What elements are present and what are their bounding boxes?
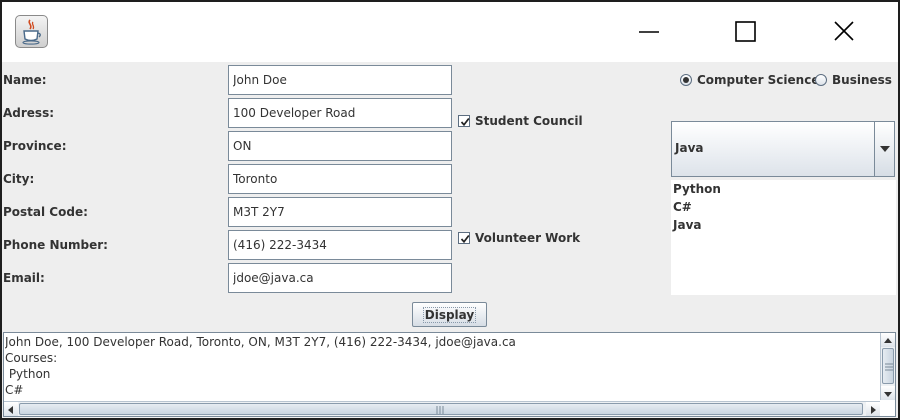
content-panel: Name: Adress: Province: City: Postal Cod… [2, 62, 898, 418]
business-radio[interactable]: Business [815, 72, 892, 88]
name-label: Name: [3, 73, 47, 87]
list-item[interactable]: Python [671, 180, 896, 198]
email-label: Email: [3, 271, 45, 285]
vertical-scroll-thumb[interactable] [882, 348, 894, 384]
list-item[interactable]: Java [671, 216, 896, 234]
combo-dropdown-button[interactable] [874, 122, 894, 176]
address-label: Adress: [3, 106, 55, 120]
address-input[interactable] [228, 98, 452, 128]
radio-unselected-icon [815, 74, 827, 86]
grip-icon [436, 406, 444, 414]
name-input[interactable] [228, 65, 452, 95]
city-label: City: [3, 172, 35, 186]
title-bar[interactable] [2, 2, 898, 62]
display-button[interactable]: Display [412, 302, 487, 327]
chevron-down-icon [880, 146, 890, 152]
volunteer-work-label: Volunteer Work [475, 231, 581, 245]
close-icon [834, 21, 854, 41]
display-button-label: Display [422, 306, 477, 323]
minimize-button[interactable] [628, 12, 672, 52]
postal-code-input[interactable] [228, 197, 452, 227]
horizontal-scroll-thumb[interactable] [19, 403, 863, 415]
scroll-down-button[interactable] [881, 386, 895, 400]
postal-code-label: Postal Code: [3, 205, 88, 219]
checkbox-checked-icon [458, 232, 470, 244]
arrow-up-icon [884, 338, 892, 343]
app-window: Name: Adress: Province: City: Postal Cod… [0, 0, 900, 420]
maximize-button[interactable] [722, 12, 766, 52]
list-item[interactable]: C# [671, 198, 896, 216]
province-input[interactable] [228, 131, 452, 161]
arrow-left-icon [8, 406, 13, 414]
arrow-right-icon [871, 406, 876, 414]
phone-number-input[interactable] [228, 230, 452, 260]
scroll-right-button[interactable] [866, 402, 880, 416]
output-scroll-pane[interactable]: John Doe, 100 Developer Road, Toronto, O… [3, 332, 896, 417]
course-combo-value: Java [675, 141, 704, 155]
output-text-area[interactable]: John Doe, 100 Developer Road, Toronto, O… [5, 334, 879, 398]
close-button[interactable] [822, 12, 866, 52]
business-label: Business [832, 73, 892, 87]
email-input[interactable] [228, 263, 452, 293]
minimize-icon [639, 31, 659, 33]
maximize-icon [735, 21, 756, 42]
scroll-up-button[interactable] [881, 333, 895, 347]
volunteer-work-checkbox[interactable]: Volunteer Work [458, 230, 580, 246]
province-label: Province: [3, 139, 67, 153]
computer-science-label: Computer Science [697, 73, 820, 87]
java-coffee-cup-icon[interactable] [15, 15, 48, 48]
radio-selected-icon [680, 74, 692, 86]
vertical-scrollbar[interactable] [880, 333, 895, 400]
phone-number-label: Phone Number: [3, 238, 108, 252]
checkbox-checked-icon [458, 115, 470, 127]
grip-icon [885, 363, 893, 371]
computer-science-radio[interactable]: Computer Science [680, 72, 819, 88]
horizontal-scrollbar[interactable] [4, 401, 880, 416]
scroll-left-button[interactable] [4, 402, 18, 416]
course-combo-box[interactable]: Java [671, 121, 895, 177]
city-input[interactable] [228, 164, 452, 194]
student-council-checkbox[interactable]: Student Council [458, 113, 583, 129]
arrow-down-icon [884, 392, 892, 397]
student-council-label: Student Council [475, 114, 583, 128]
course-list[interactable]: Python C# Java [671, 180, 896, 295]
